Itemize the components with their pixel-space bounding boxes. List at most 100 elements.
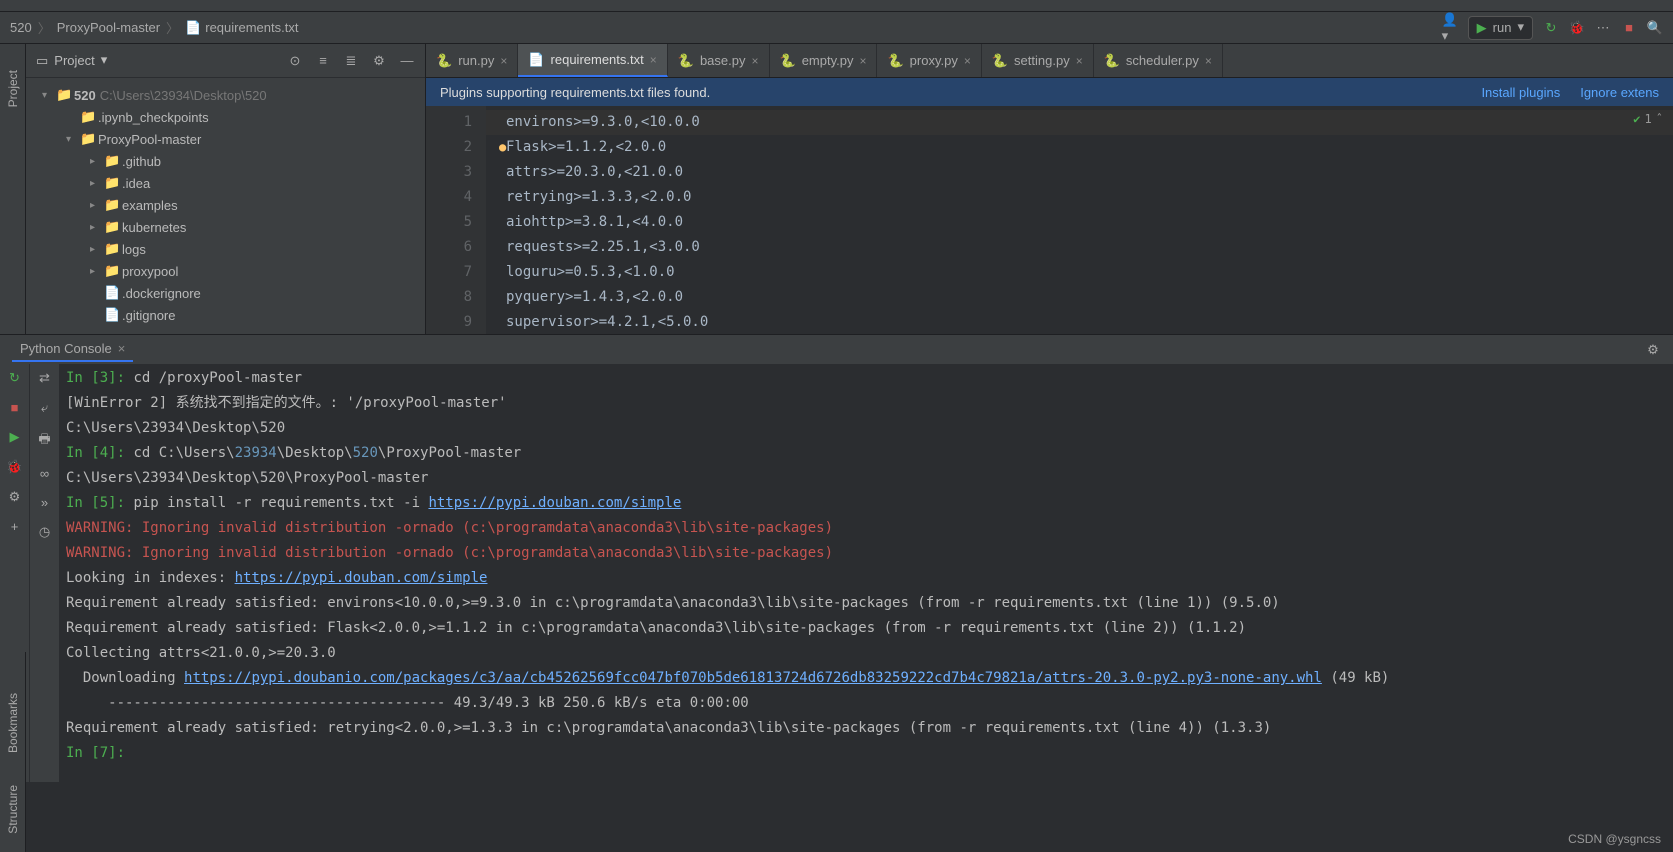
run-icon[interactable]: ↻ [1543,20,1559,36]
console-output[interactable]: In [3]: cd /proxyPool-master [WinError 2… [60,364,1673,782]
breadcrumb-root[interactable]: 520 [10,20,32,35]
close-icon[interactable]: × [650,53,657,67]
chevron-icon: ▾ [66,134,80,145]
chevron-down-icon: ▾ [101,52,108,68]
install-plugins-link[interactable]: Install plugins [1481,85,1560,100]
tree-item-label: proxypool [122,264,178,279]
gear-icon[interactable]: ⚙ [1645,342,1661,358]
clock-icon[interactable]: ◷ [39,524,50,540]
tab-base-py[interactable]: 🐍base.py× [668,44,770,77]
close-icon[interactable]: × [118,341,126,356]
run-icon[interactable]: ▶ [10,429,20,445]
tree-item-label: examples [122,198,178,213]
code-line: requests>=2.25.1,<3.0.0 [506,235,1673,260]
python-icon: ▶ [1477,20,1487,36]
tab-requirements-txt[interactable]: 📄requirements.txt× [518,44,667,77]
code-line: Flask>=1.1.2,<2.0.0 [506,135,1673,160]
chevron-down-icon: ▾ [42,90,56,101]
tree-item[interactable]: ▾📁ProxyPool-master [26,128,425,150]
tree-item-label: .dockerignore [122,286,201,301]
close-icon[interactable]: × [964,54,971,68]
tree-item[interactable]: 📄.gitignore [26,304,425,326]
more-run-icon[interactable]: ⋯ [1595,20,1611,36]
stop-icon[interactable]: ■ [11,400,19,415]
folder-icon: 📁 [104,197,122,213]
python-file-icon: 🐍 [887,53,903,69]
watermark: CSDN @ysgncss [1568,832,1661,846]
folder-icon: 📁 [104,175,122,191]
tab-empty-py[interactable]: 🐍empty.py× [770,44,878,77]
project-icon: ▭ [36,53,48,69]
gear-icon[interactable]: ⚙ [371,53,387,69]
ignore-extension-link[interactable]: Ignore extens [1580,85,1659,100]
chevron-right-icon: 〉 [38,18,51,37]
close-icon[interactable]: × [859,54,866,68]
code-editor[interactable]: 123456789 ● environs>=9.3.0,<10.0.0Flask… [426,106,1673,334]
python-file-icon: 🐍 [436,53,452,69]
sidebar-tab-project[interactable]: Project [4,64,22,113]
hide-icon[interactable]: — [399,53,415,69]
tab-label: setting.py [1014,53,1070,68]
tab-label: proxy.py [910,53,958,68]
rerun-icon[interactable]: ↻ [9,370,20,386]
locate-icon[interactable]: ⊙ [287,53,303,69]
tab-python-console[interactable]: Python Console × [12,337,133,362]
debug-icon[interactable]: 🐞 [6,459,22,475]
scroll-icon[interactable]: ⇄ [39,370,50,386]
python-file-icon: 🐍 [992,53,1008,69]
tree-item[interactable]: ▸📁.idea [26,172,425,194]
tab-scheduler-py[interactable]: 🐍scheduler.py× [1094,44,1223,77]
project-selector[interactable]: ▭ Project ▾ [36,53,107,69]
tab-setting-py[interactable]: 🐍 setting.py × [982,44,1094,77]
search-icon[interactable]: 🔍 [1647,20,1663,36]
close-icon[interactable]: × [1076,54,1083,68]
add-icon[interactable]: + [11,519,19,534]
softwrap-icon[interactable]: ⤶ [41,400,48,416]
settings-icon[interactable]: ⚙ [9,489,21,505]
tree-root[interactable]: ▾ 📁 520 C:\Users\23934\Desktop\520 [26,84,425,106]
tab-label: scheduler.py [1126,53,1199,68]
folder-icon: 📁 [80,131,98,147]
plugin-notification: Plugins supporting requirements.txt file… [426,78,1673,106]
tree-item-label: ProxyPool-master [98,132,201,147]
tree-item[interactable]: ▸📁.github [26,150,425,172]
folder-icon: 📁 [104,241,122,257]
run-config-selector[interactable]: ▶ run ▾ [1468,16,1533,40]
breadcrumb-folder[interactable]: ProxyPool-master [57,20,160,35]
tree-item[interactable]: ▸📁proxypool [26,260,425,282]
breadcrumb-file[interactable]: 📄 requirements.txt [185,20,298,36]
folder-icon: 📁 [104,219,122,235]
debug-icon[interactable]: 🐞 [1569,20,1585,36]
close-icon[interactable]: × [751,54,758,68]
close-icon[interactable]: × [1205,54,1212,68]
notification-message: Plugins supporting requirements.txt file… [440,85,710,100]
left-tool-tabs-bottom: Bookmarks Structure [0,652,26,852]
text-file-icon: 📄 [528,52,544,68]
expand-icon[interactable]: ≡ [315,53,331,69]
tab-run-py[interactable]: 🐍run.py× [426,44,518,77]
stop-icon[interactable]: ■ [1621,20,1637,36]
tree-item[interactable]: 📁.ipynb_checkpoints [26,106,425,128]
console-tabbar: Python Console × ⚙ [0,334,1673,364]
tab-label: empty.py [802,53,854,68]
tab-proxy-py[interactable]: 🐍 proxy.py × [877,44,981,77]
tree-item[interactable]: ▸📁examples [26,194,425,216]
add-user-icon[interactable]: 👤▾ [1442,20,1458,36]
tree-item[interactable]: ▸📁logs [26,238,425,260]
history-icon[interactable]: » [41,495,48,510]
chevron-icon: ▸ [90,200,104,211]
variables-icon[interactable]: ∞ [40,466,49,481]
folder-icon: 📁 [56,87,74,103]
collapse-icon[interactable]: ≣ [343,53,359,69]
tree-item[interactable]: ▸📁kubernetes [26,216,425,238]
print-icon[interactable]: 🖶 [38,430,50,452]
sidebar-tab-bookmarks[interactable]: Bookmarks [4,687,22,759]
sidebar-tab-structure[interactable]: Structure [4,779,22,840]
chevron-icon: ▸ [90,244,104,255]
folder-icon: 📁 [104,153,122,169]
folder-icon: 📁 [80,109,98,125]
close-icon[interactable]: × [500,54,507,68]
tree-item[interactable]: 📄.dockerignore [26,282,425,304]
code-line: pyquery>=1.4.3,<2.0.0 [506,285,1673,310]
left-tool-tabs: Project [0,44,26,334]
